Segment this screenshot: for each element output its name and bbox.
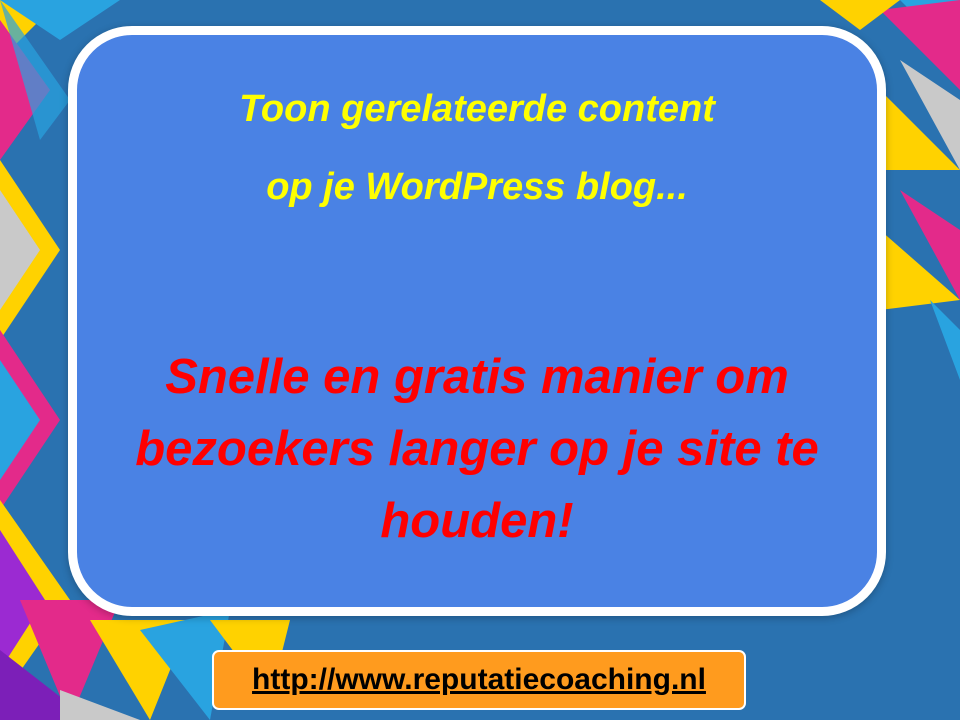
tagline: Snelle en gratis manier om bezoekers lan… (135, 350, 819, 548)
headline-line-2: op je WordPress blog... (266, 166, 688, 208)
url-banner: http://www.reputatiecoaching.nl (212, 650, 746, 710)
headline-line-1: Toon gerelateerde content (239, 88, 715, 130)
website-link[interactable]: http://www.reputatiecoaching.nl (252, 663, 706, 697)
content-card: Toon gerelateerde content op je WordPres… (68, 26, 886, 616)
